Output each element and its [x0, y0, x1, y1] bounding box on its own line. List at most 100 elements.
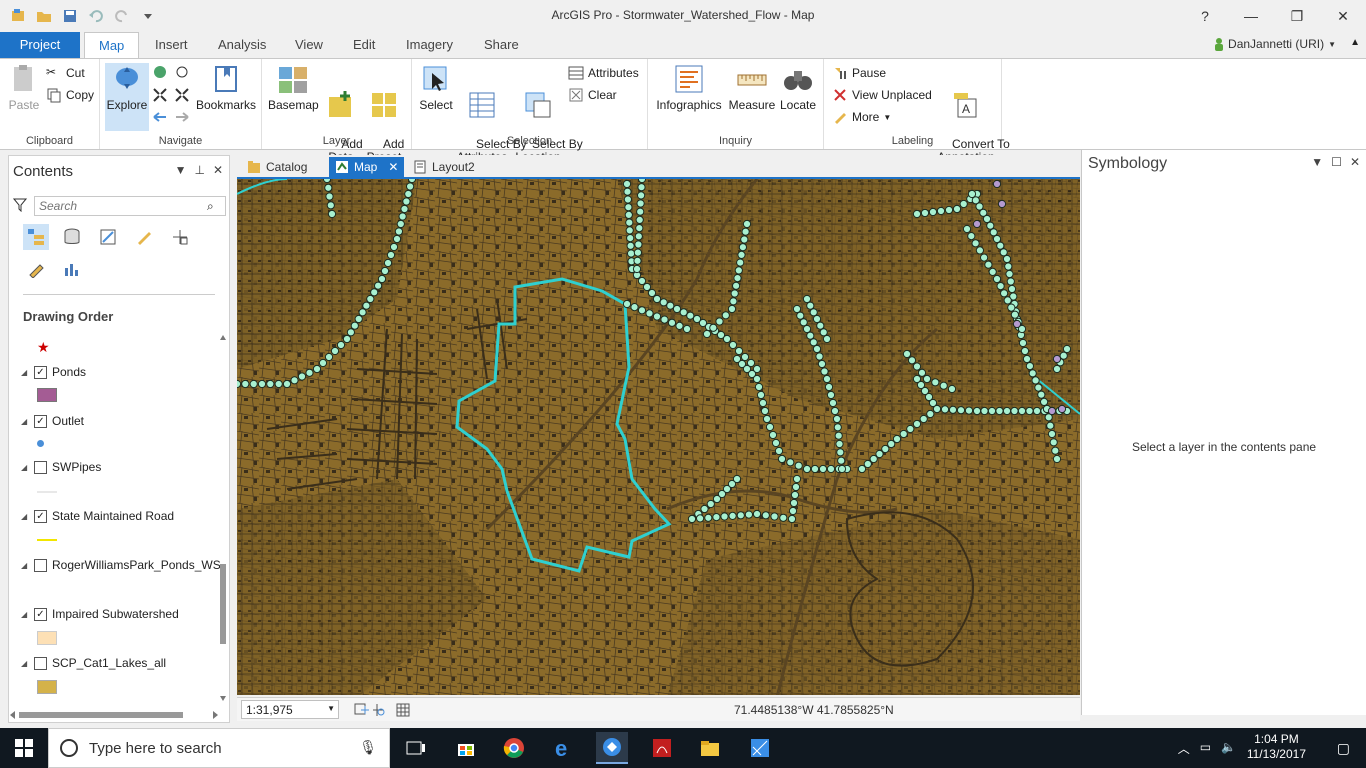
stormwater-point: [1052, 454, 1062, 464]
tab-edit[interactable]: Edit: [339, 32, 389, 58]
basemap-button[interactable]: Basemap: [268, 63, 319, 112]
edge-icon[interactable]: e: [548, 732, 580, 764]
store-icon[interactable]: [450, 732, 482, 764]
list-by-labeling-icon[interactable]: [23, 256, 49, 282]
layer-visibility-checkbox[interactable]: [34, 460, 47, 474]
infographics-button[interactable]: Infographics: [652, 63, 726, 112]
layer-impaired-subwatershed[interactable]: ◢ ✓ Impaired Subwatershed: [21, 607, 179, 621]
scale-selector[interactable]: 1:31,975 ▼: [241, 700, 339, 719]
more-button[interactable]: More ▼: [832, 109, 891, 125]
layer-state-maintained-road[interactable]: ◢ ✓ State Maintained Road: [21, 509, 174, 523]
stormwater-point: [1002, 406, 1012, 416]
list-by-selection-icon[interactable]: [95, 224, 121, 250]
tab-share[interactable]: Share: [470, 32, 533, 58]
cut-button[interactable]: ✂ Cut: [46, 65, 85, 81]
arcgis-pro-icon[interactable]: [596, 732, 628, 764]
microphone-icon[interactable]: 🎙: [359, 739, 377, 756]
expand-icon[interactable]: ◢: [21, 561, 29, 570]
expand-icon[interactable]: ◢: [21, 417, 29, 426]
close-tab-icon[interactable]: ✕: [388, 160, 398, 174]
tab-map-view[interactable]: Map ✕: [329, 157, 405, 177]
attributes-button[interactable]: Attributes: [568, 65, 639, 81]
pin-icon[interactable]: ⊥: [194, 163, 204, 177]
tab-catalog[interactable]: Catalog: [241, 157, 313, 177]
layer-visibility-checkbox[interactable]: [34, 558, 47, 572]
list-by-editing-icon[interactable]: [131, 224, 157, 250]
task-view-icon[interactable]: [400, 732, 432, 764]
search-icon[interactable]: ⌕: [207, 199, 214, 214]
copy-button[interactable]: Copy: [46, 87, 94, 103]
layer-visibility-checkbox[interactable]: ✓: [34, 607, 47, 621]
file-explorer-icon[interactable]: [694, 732, 726, 764]
arcmap-icon[interactable]: [744, 732, 776, 764]
maximize-button[interactable]: ❐: [1274, 0, 1320, 32]
layer-visibility-checkbox[interactable]: ✓: [34, 365, 47, 379]
layer-visibility-checkbox[interactable]: ✓: [34, 414, 47, 428]
network-icon[interactable]: ▭: [1200, 740, 1211, 757]
map-view[interactable]: [237, 177, 1080, 695]
expand-icon[interactable]: ◢: [21, 512, 29, 521]
tab-view[interactable]: View: [281, 32, 337, 58]
maximize-pane-icon[interactable]: ☐: [1331, 155, 1342, 169]
pane-menu-icon[interactable]: ▼: [175, 163, 187, 177]
taskbar-search-box[interactable]: Type here to search 🎙: [48, 728, 390, 768]
chrome-icon[interactable]: [498, 732, 530, 764]
layer-outlet[interactable]: ◢ ✓ Outlet: [21, 414, 84, 428]
navigate-tools-icon[interactable]: [152, 65, 192, 125]
view-unplaced-button[interactable]: View Unplaced: [832, 87, 932, 103]
help-button[interactable]: ?: [1182, 0, 1228, 32]
tab-layout2[interactable]: Layout2: [407, 157, 481, 177]
locate-button[interactable]: Locate: [776, 63, 820, 112]
stormwater-point: [637, 306, 647, 315]
user-account[interactable]: DanJannetti (URI) ▼: [1214, 37, 1336, 51]
map-canvas[interactable]: [237, 179, 1080, 695]
layer-rogerwilliamspark-ponds-ws[interactable]: ◢ RogerWilliamsPark_Ponds_WS: [21, 558, 221, 572]
list-by-drawing-order-icon[interactable]: [23, 224, 49, 250]
tab-imagery[interactable]: Imagery: [392, 32, 467, 58]
explore-button[interactable]: Explore: [105, 63, 149, 131]
contents-vertical-scrollbar[interactable]: [219, 334, 227, 702]
list-by-charts-icon[interactable]: [59, 256, 85, 282]
tab-map[interactable]: Map: [84, 32, 140, 59]
tab-project[interactable]: Project: [0, 32, 80, 58]
collapse-ribbon-icon[interactable]: ▲: [1350, 37, 1360, 48]
close-pane-icon[interactable]: ✕: [213, 163, 223, 177]
close-pane-icon[interactable]: ✕: [1350, 155, 1360, 169]
select-button[interactable]: Select: [416, 63, 456, 112]
volume-icon[interactable]: 🔈: [1221, 740, 1236, 757]
list-by-source-icon[interactable]: [59, 224, 85, 250]
layer-scp-cat1-lakes-all[interactable]: ◢ SCP_Cat1_Lakes_all: [21, 656, 166, 670]
windows-start-icon[interactable]: [8, 732, 40, 764]
acrobat-icon[interactable]: [646, 732, 678, 764]
minimize-button[interactable]: —: [1228, 0, 1274, 32]
measure-button[interactable]: Measure: [728, 63, 776, 112]
filter-icon[interactable]: [13, 198, 27, 212]
expand-icon[interactable]: ◢: [21, 463, 29, 472]
layer-visibility-checkbox[interactable]: [34, 656, 47, 670]
layer-swpipes[interactable]: ◢ SWPipes: [21, 460, 101, 474]
tab-analysis[interactable]: Analysis: [204, 32, 280, 58]
contents-search-input[interactable]: [34, 196, 226, 216]
tab-insert[interactable]: Insert: [141, 32, 202, 58]
map-status-tools-icon[interactable]: [353, 702, 413, 718]
expand-icon[interactable]: ◢: [21, 368, 29, 377]
pause-button[interactable]: Pause: [832, 65, 886, 81]
paste-button[interactable]: Paste: [6, 63, 42, 112]
layer-visibility-checkbox[interactable]: ✓: [34, 509, 47, 523]
stormwater-point: [907, 356, 917, 365]
bookmarks-button[interactable]: Bookmarks: [194, 63, 258, 112]
stormwater-point: [919, 414, 928, 424]
contents-horizontal-scrollbar[interactable]: [9, 710, 219, 720]
clear-button[interactable]: Clear: [568, 87, 617, 103]
add-preset-icon: [368, 89, 400, 121]
expand-icon[interactable]: ◢: [21, 659, 29, 668]
show-hidden-icons-icon[interactable]: ︿: [1178, 740, 1190, 757]
close-button[interactable]: ✕: [1320, 0, 1366, 32]
action-center-icon[interactable]: ▢: [1337, 740, 1350, 757]
expand-icon[interactable]: ◢: [21, 610, 29, 619]
list-by-snapping-icon[interactable]: [167, 224, 193, 250]
system-clock[interactable]: 1:04 PM 11/13/2017: [1247, 732, 1306, 762]
layer-ponds[interactable]: ◢ ✓ Ponds: [21, 365, 86, 379]
pane-menu-icon[interactable]: ▼: [1311, 155, 1323, 169]
stormwater-point: [939, 381, 948, 390]
